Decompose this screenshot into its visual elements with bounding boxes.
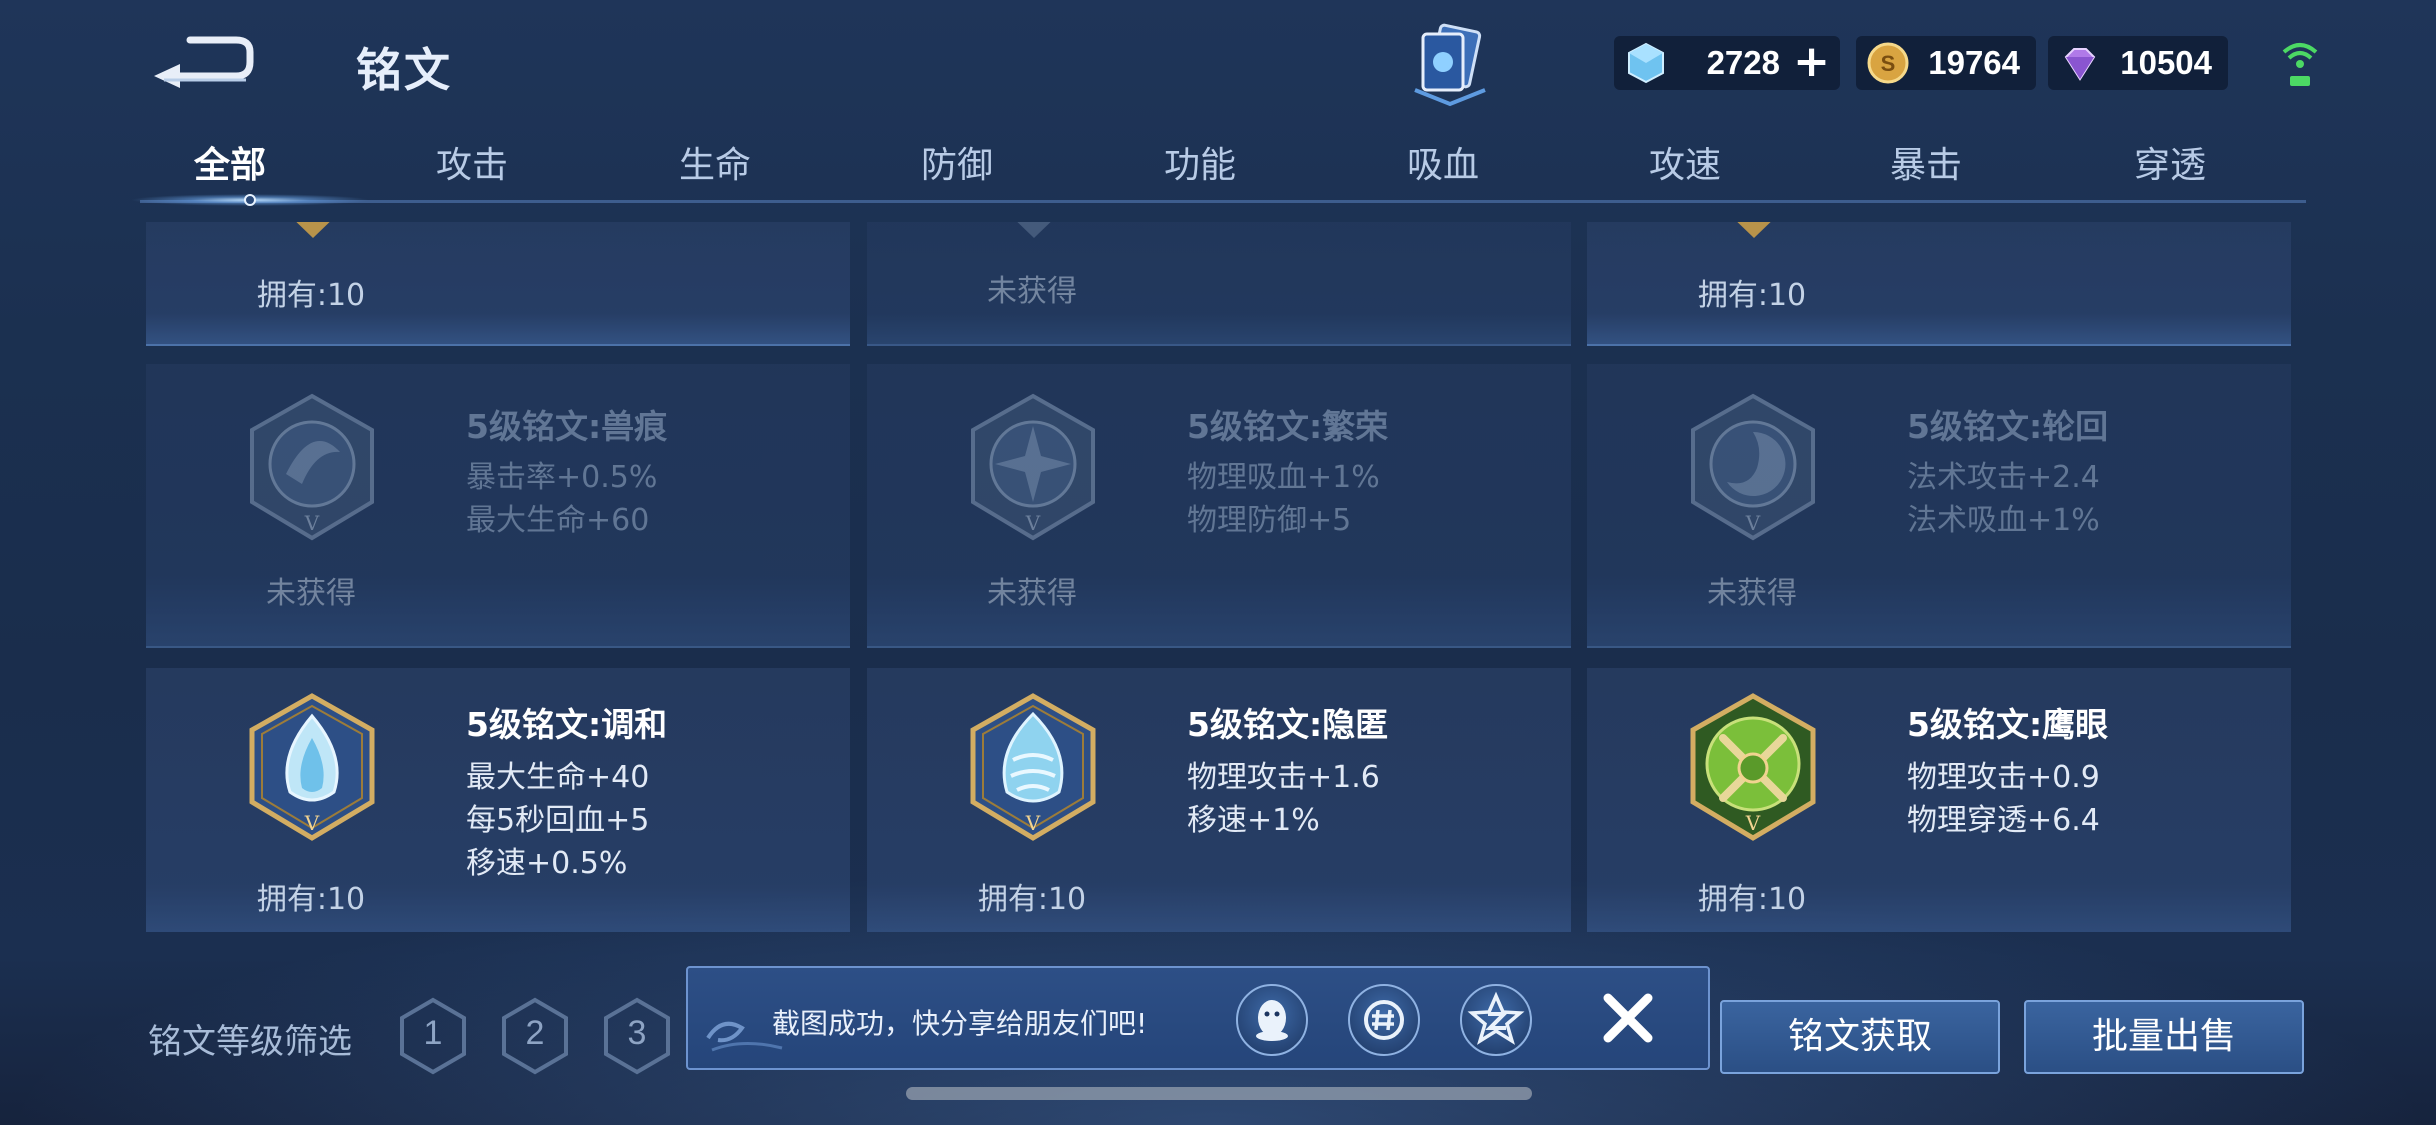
level-filter-label-1: 1 [423,1014,443,1052]
level-filter-3[interactable]: 3 [602,996,672,1076]
owned-count: 拥有:10 [1697,882,1807,917]
rune-card-lunhui[interactable]: V 5级铭文:轮回 法术攻击+2.4 法术吸血+1% 未获得 [1587,364,2291,648]
qq-icon [1256,1000,1288,1041]
qzone-icon [1467,991,1525,1045]
owned-count: 未获得 [987,274,1077,309]
rune-yingyan-emblem-icon: V [1690,693,1816,841]
tab-attack[interactable]: 攻击 [392,136,552,188]
rune-emblem-icon [1017,222,1051,238]
level-filter-label-2: 2 [525,1014,545,1052]
diamond-currency: 10504 [2048,36,2228,90]
rune-stat: 物理防御+5 [1187,503,1352,538]
rune-stat: 物理攻击+0.9 [1907,760,2100,795]
svg-text:V: V [304,811,320,835]
rune-card[interactable]: 拥有:10 [1587,222,2291,346]
tab-health[interactable]: 生命 [635,136,795,188]
wechat-moments-icon [1364,1000,1404,1040]
toast-message: 截图成功，快分享给朋友们吧! [772,1007,1148,1040]
level-filter-2[interactable]: 2 [500,996,570,1076]
rune-stat: 物理穿透+6.4 [1907,803,2100,838]
rune-card[interactable]: 未获得 [867,222,1571,346]
tab-defense[interactable]: 防御 [877,136,1037,188]
tab-penetration[interactable]: 穿透 [2090,136,2250,188]
owned-count: 拥有:10 [256,278,366,313]
rune-card-shouhen[interactable]: V 5级铭文:兽痕 暴击率+0.5% 最大生命+60 未获得 [146,364,850,648]
rune-tiaohe-emblem-icon: V [249,693,375,841]
home-indicator [906,1087,1532,1100]
rune-lunhui-emblem-icon: V [1691,393,1815,541]
rune-stat: 物理攻击+1.6 [1187,760,1380,795]
svg-text:S: S [1881,51,1896,76]
add-gem-button[interactable]: + [1793,40,1830,84]
rune-name: 5级铭文:繁荣 [1187,407,1389,446]
svg-text:V: V [304,511,320,535]
gold-coin-icon: S [1867,42,1909,84]
rune-stat: 移速+0.5% [466,846,628,881]
rune-stat: 移速+1% [1187,803,1320,838]
svg-text:V: V [1025,511,1041,535]
rune-card-yingyan[interactable]: V 5级铭文:鹰眼 物理攻击+0.9 物理穿透+6.4 拥有:10 [1587,668,2291,932]
rune-stat: 暴击率+0.5% [466,460,658,495]
wifi-signal-icon [2282,43,2318,86]
active-tab-dot [244,194,256,206]
coin-currency: S 19764 [1856,36,2036,90]
rune-name: 5级铭文:兽痕 [466,407,668,446]
tab-lifesteal[interactable]: 吸血 [1363,136,1523,188]
rune-name: 5级铭文:鹰眼 [1907,705,2109,744]
owned-count: 拥有:10 [256,882,366,917]
owned-status: 未获得 [1707,576,1797,611]
rune-emblem-icon [1737,222,1771,238]
svg-text:V: V [1745,511,1761,535]
screenshot-share-toast: 截图成功，快分享给朋友们吧! [686,966,1710,1070]
rune-stat: 最大生命+60 [466,503,650,538]
rune-stat: 法术吸血+1% [1907,503,2100,538]
share-moments-button[interactable] [1348,984,1420,1056]
level-filter-label-3: 3 [627,1014,647,1052]
owned-count: 拥有:10 [1697,278,1807,313]
tab-all[interactable]: 全部 [150,136,310,188]
page-title: 铭文 [356,43,452,97]
rune-stat: 法术攻击+2.4 [1907,460,2100,495]
rune-stat: 最大生命+40 [466,760,650,795]
gem-value: 2728 [1706,44,1780,81]
level-filter-1[interactable]: 1 [398,996,468,1076]
rune-yinni-emblem-icon: V [970,693,1096,841]
rune-shouhen-emblem-icon: V [250,393,374,541]
tab-divider [140,200,2306,203]
crystal-icon [1628,42,1664,84]
rune-name: 5级铭文:调和 [466,705,668,744]
svg-text:V: V [1745,811,1761,835]
owned-count: 拥有:10 [977,882,1087,917]
rune-name: 5级铭文:轮回 [1907,407,2109,446]
purple-diamond-icon [2064,48,2096,81]
svg-text:V: V [1025,811,1041,835]
rune-stat: 物理吸血+1% [1187,460,1380,495]
bulk-sell-button[interactable]: 批量出售 [2024,1000,2304,1074]
tab-utility[interactable]: 功能 [1120,136,1280,188]
rune-emblem-icon [296,222,330,238]
rune-card-fanrong[interactable]: V 5级铭文:繁荣 物理吸血+1% 物理防御+5 未获得 [867,364,1571,648]
rune-fanrong-emblem-icon: V [971,393,1095,541]
coin-value: 19764 [1928,44,2020,81]
back-arrow-icon[interactable] [150,28,260,92]
tab-attack-speed[interactable]: 攻速 [1605,136,1765,188]
rune-card-tiaohe[interactable]: V 5级铭文:调和 最大生命+40 每5秒回血+5 移速+0.5% 拥有:10 [146,668,850,932]
gem-currency: 2728 + [1614,36,1840,90]
level-filter-label: 铭文等级筛选 [148,1022,352,1062]
rune-obtain-button[interactable]: 铭文获取 [1720,1000,2000,1074]
rune-stat: 每5秒回血+5 [466,803,650,838]
diamond-value: 10504 [2120,44,2212,81]
rune-card-yinni[interactable]: V 5级铭文:隐匿 物理攻击+1.6 移速+1% 拥有:10 [867,668,1571,932]
share-qzone-button[interactable] [1460,984,1532,1056]
owned-status: 未获得 [266,576,356,611]
category-tabs: 全部 攻击 生命 防御 功能 吸血 攻速 暴击 穿透 [140,136,2306,206]
tab-crit[interactable]: 暴击 [1846,136,2006,188]
owned-status: 未获得 [987,576,1077,611]
share-qq-button[interactable] [1236,984,1308,1056]
rune-card[interactable]: 拥有:10 [146,222,850,346]
rune-grid: 拥有:10 未获得 拥有:10 V 5级铭文:兽痕 暴击率+0.5% 最大生命+… [146,222,2291,932]
close-icon[interactable] [1598,988,1658,1048]
rune-pack-icon[interactable] [1405,20,1495,110]
rune-name: 5级铭文:隐匿 [1187,705,1389,744]
